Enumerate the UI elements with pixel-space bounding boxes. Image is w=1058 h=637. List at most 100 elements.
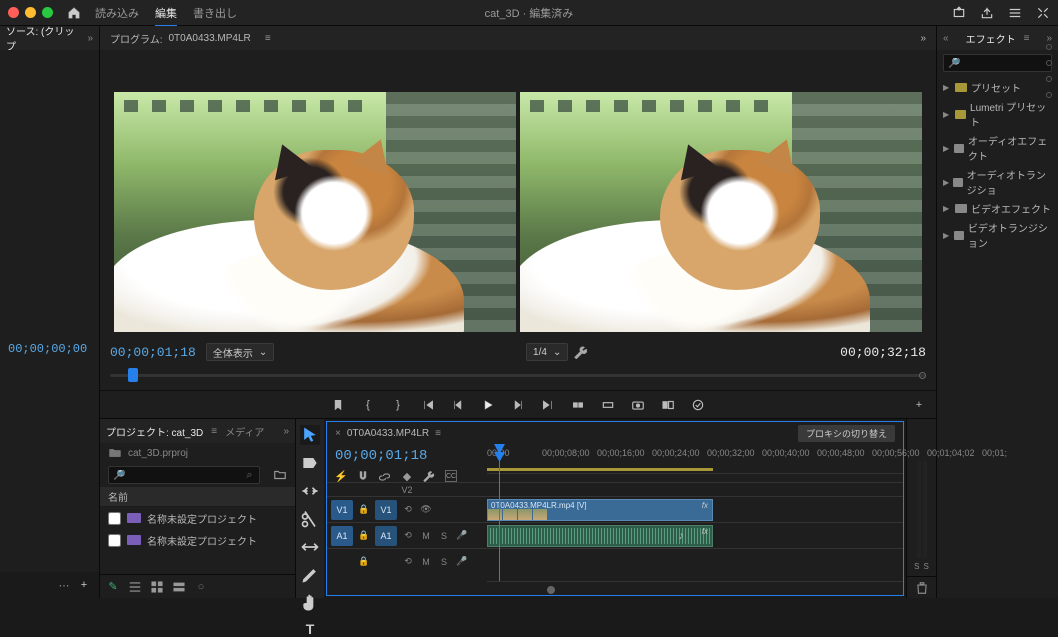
track-target-a1[interactable]: A1 bbox=[375, 526, 397, 546]
video-clip[interactable]: 0T0A0433.MP4LR.mp4 [V] fx bbox=[487, 499, 713, 521]
track-target-v1[interactable]: V1 bbox=[375, 500, 397, 520]
panel-menu-icon[interactable]: ≡ bbox=[211, 426, 217, 437]
effects-folder[interactable]: ▶ビデオエフェクト bbox=[937, 199, 1058, 218]
program-tab-name[interactable]: 0T0A0433.MP4LR bbox=[168, 33, 250, 44]
linked-selection-icon[interactable] bbox=[379, 470, 391, 482]
caption-icon[interactable]: CC bbox=[445, 470, 457, 482]
sync-lock-icon[interactable]: ⟲ bbox=[401, 530, 415, 541]
share-icon[interactable] bbox=[980, 6, 994, 20]
snap-icon[interactable]: ⚡ bbox=[335, 470, 347, 482]
effects-tab[interactable]: エフェクト bbox=[966, 31, 1016, 46]
project-tab[interactable]: プロジェクト: cat_3D bbox=[106, 424, 203, 439]
effects-folder[interactable]: ▶Lumetri プリセット bbox=[937, 97, 1058, 131]
maximize-window-icon[interactable] bbox=[42, 7, 53, 18]
workspace-menu-icon[interactable] bbox=[1008, 6, 1022, 20]
overflow-icon[interactable]: » bbox=[1046, 33, 1052, 44]
mark-in-icon[interactable] bbox=[331, 398, 345, 412]
sync-lock-icon[interactable]: ⟲ bbox=[401, 556, 415, 567]
step-forward-icon[interactable] bbox=[511, 398, 525, 412]
overflow-icon[interactable]: « bbox=[943, 33, 949, 44]
tab-edit[interactable]: 編集 bbox=[155, 5, 177, 27]
overflow-icon[interactable]: » bbox=[87, 33, 93, 44]
project-item[interactable]: 名称未設定プロジェクト bbox=[100, 507, 295, 529]
project-column-name[interactable]: 名前 bbox=[100, 487, 295, 507]
effects-folder[interactable]: ▶ビデオトランジション bbox=[937, 218, 1058, 252]
source-tab[interactable]: ソース: (クリップ bbox=[6, 23, 79, 53]
panel-menu-icon[interactable]: ≡ bbox=[435, 428, 441, 439]
media-tab[interactable]: メディア bbox=[225, 424, 264, 439]
close-sequence-icon[interactable]: × bbox=[335, 428, 341, 439]
program-timecode-out[interactable]: 00;00;32;18 bbox=[840, 345, 926, 360]
overflow-icon[interactable]: » bbox=[283, 426, 289, 437]
fx-badge[interactable]: fx bbox=[702, 501, 708, 510]
audio-clip[interactable]: ♪ fx bbox=[487, 525, 713, 547]
track-lane-v2[interactable] bbox=[487, 482, 903, 496]
fullscreen-icon[interactable] bbox=[1036, 6, 1050, 20]
solo-button[interactable]: S bbox=[437, 557, 451, 567]
track-header-a2[interactable]: 🔒 ⟲ M S 🎤 bbox=[327, 548, 487, 574]
lock-icon[interactable]: 🔒 bbox=[357, 530, 371, 541]
lift-icon[interactable] bbox=[571, 398, 585, 412]
freeform-view-icon[interactable] bbox=[172, 580, 186, 594]
add-button-icon[interactable]: + bbox=[77, 578, 91, 592]
type-tool-icon[interactable]: T bbox=[300, 621, 320, 637]
track-lane-v1[interactable]: 0T0A0433.MP4LR.mp4 [V] fx bbox=[487, 496, 903, 522]
track-header-a1[interactable]: A1 🔒 A1 ⟲ M S 🎤 bbox=[327, 522, 487, 548]
magnet-icon[interactable] bbox=[357, 470, 369, 482]
project-search-input[interactable] bbox=[108, 466, 260, 484]
go-to-in-icon[interactable] bbox=[421, 398, 435, 412]
out-point-icon[interactable]: } bbox=[391, 398, 405, 412]
effects-search-input[interactable] bbox=[943, 54, 1052, 72]
panel-menu-icon[interactable]: ≡ bbox=[1024, 33, 1030, 44]
program-scrubber[interactable] bbox=[110, 366, 926, 384]
timeline-zoom-scrollbar[interactable] bbox=[487, 581, 903, 595]
eye-icon[interactable]: 👁 bbox=[419, 504, 433, 515]
program-monitor-right[interactable] bbox=[520, 92, 922, 332]
comparison-icon[interactable] bbox=[661, 398, 675, 412]
item-checkbox[interactable] bbox=[108, 512, 121, 525]
proxy-icon[interactable] bbox=[691, 398, 705, 412]
minimize-window-icon[interactable] bbox=[25, 7, 36, 18]
track-header-v1[interactable]: V1 🔒 V1 ⟲ 👁 bbox=[327, 496, 487, 522]
mute-button[interactable]: M bbox=[419, 531, 433, 541]
list-view-icon[interactable] bbox=[128, 580, 142, 594]
play-icon[interactable] bbox=[481, 398, 495, 412]
track-header-v2[interactable]: V2 bbox=[327, 482, 487, 496]
quick-export-icon[interactable] bbox=[952, 6, 966, 20]
playhead-icon[interactable] bbox=[128, 368, 138, 382]
zoom-slider-icon[interactable]: ○ bbox=[194, 580, 208, 594]
overflow-icon[interactable]: » bbox=[920, 33, 926, 44]
marker-icon[interactable]: ◆ bbox=[401, 470, 413, 482]
razor-tool-icon[interactable] bbox=[300, 509, 320, 529]
lock-icon[interactable]: 🔒 bbox=[357, 556, 371, 567]
tab-export[interactable]: 書き出し bbox=[193, 5, 237, 21]
selection-tool-icon[interactable] bbox=[300, 425, 320, 445]
item-checkbox[interactable] bbox=[108, 534, 121, 547]
extract-icon[interactable] bbox=[601, 398, 615, 412]
tab-import[interactable]: 読み込み bbox=[95, 5, 139, 21]
lock-icon[interactable]: 🔒 bbox=[357, 504, 371, 515]
program-timecode-in[interactable]: 00;00;01;18 bbox=[110, 345, 196, 360]
panel-menu-icon[interactable]: ≡ bbox=[261, 31, 275, 45]
button-editor-icon[interactable]: + bbox=[912, 398, 926, 412]
mute-button[interactable]: M bbox=[419, 557, 433, 567]
settings-wrench-icon[interactable] bbox=[423, 470, 435, 482]
effects-folder[interactable]: ▶オーディオエフェクト bbox=[937, 131, 1058, 165]
resolution-select[interactable]: 1/4⌄ bbox=[526, 343, 568, 361]
home-icon[interactable] bbox=[67, 6, 81, 20]
readonly-toggle-icon[interactable]: ✎ bbox=[106, 580, 120, 594]
source-patch-v1[interactable]: V1 bbox=[331, 500, 353, 520]
in-point-icon[interactable]: { bbox=[361, 398, 375, 412]
ripple-edit-tool-icon[interactable] bbox=[300, 481, 320, 501]
timeline-timecode[interactable]: 00;00;01;18 bbox=[335, 448, 479, 464]
source-patch-a1[interactable]: A1 bbox=[331, 526, 353, 546]
track-select-tool-icon[interactable] bbox=[300, 453, 320, 473]
export-frame-icon[interactable] bbox=[631, 398, 645, 412]
solo-button[interactable]: S bbox=[437, 531, 451, 541]
proxy-toggle-button[interactable]: プロキシの切り替え bbox=[798, 425, 895, 442]
settings-wrench-icon[interactable] bbox=[574, 345, 588, 359]
track-lane-a1[interactable]: ♪ fx bbox=[487, 522, 903, 548]
voiceover-icon[interactable]: 🎤 bbox=[455, 530, 469, 541]
timeline-ruler[interactable]: 00;00 00;00;08;00 00;00;16;00 00;00;24;0… bbox=[487, 444, 903, 474]
step-back-icon[interactable] bbox=[451, 398, 465, 412]
